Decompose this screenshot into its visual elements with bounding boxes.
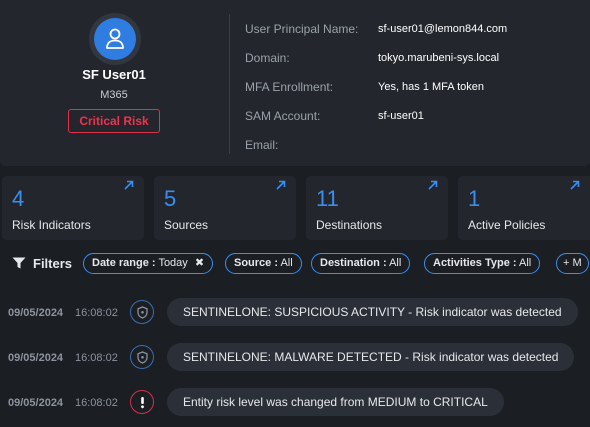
external-link-arrow-icon[interactable]: [570, 180, 580, 190]
chip-key: Date range :: [92, 257, 156, 269]
shield-icon: [137, 351, 148, 364]
user-icon: [106, 28, 124, 49]
activities-type-filter-chip[interactable]: Activities Type : All: [424, 253, 541, 274]
log-message[interactable]: SENTINELONE: MALWARE DETECTED - Risk ind…: [167, 343, 575, 371]
sam-label: SAM Account:: [245, 109, 321, 123]
chip-value: All: [519, 257, 532, 269]
email-label: Email:: [245, 138, 279, 152]
user-name: SF User01: [82, 67, 146, 82]
log-message[interactable]: SENTINELONE: SUSPICIOUS ACTIVITY - Risk …: [167, 298, 578, 326]
shield-icon: [137, 306, 148, 319]
external-link-arrow-icon[interactable]: [276, 180, 286, 190]
stat-value: 1: [468, 186, 481, 211]
filter-icon: [12, 257, 26, 269]
log-message[interactable]: Entity risk level was changed from MEDIU…: [167, 388, 504, 416]
log-row-icon: [130, 390, 154, 414]
user-profile-panel: SF User01 M365 Critical Risk User Princi…: [0, 0, 590, 166]
stat-label: Active Policies: [468, 218, 546, 232]
filters-label: Filters: [33, 256, 73, 271]
close-icon[interactable]: ✖: [195, 257, 204, 269]
mfa-label: MFA Enrollment:: [245, 80, 334, 94]
log-date: 09/05/2024: [8, 352, 64, 364]
stat-value: 11: [316, 186, 339, 211]
log-time: 16:08:02: [75, 397, 118, 409]
stat-label: Destinations: [316, 218, 383, 232]
stat-card-destinations[interactable]: 11 Destinations: [306, 176, 448, 240]
stat-label: Risk Indicators: [12, 218, 91, 232]
stat-label: Sources: [164, 218, 209, 232]
avatar-ring: [89, 13, 141, 65]
chip-value: All: [389, 257, 402, 269]
stat-card-sources[interactable]: 5 Sources: [154, 176, 296, 240]
sam-value: sf-user01: [378, 110, 424, 122]
stat-value: 4: [12, 186, 25, 211]
log-row-icon: [130, 345, 154, 369]
external-link-arrow-icon[interactable]: [428, 180, 438, 190]
chip-value: All: [280, 257, 293, 269]
stat-card-active-policies[interactable]: 1 Active Policies: [458, 176, 590, 240]
chip-key: Source :: [234, 257, 279, 269]
log-date: 09/05/2024: [8, 397, 64, 409]
log-date: 09/05/2024: [8, 307, 64, 319]
chip-key: Destination :: [320, 257, 387, 269]
chip-value: Today: [158, 257, 188, 269]
domain-value: tokyo.marubeni-sys.local: [378, 52, 500, 64]
exclamation-icon: [141, 397, 144, 409]
destination-filter-chip[interactable]: Destination : All: [311, 253, 411, 274]
mfa-value: Yes, has 1 MFA token: [378, 81, 484, 93]
upn-label: User Principal Name:: [245, 22, 359, 36]
user-identity: SF User01 M365 Critical Risk: [0, 0, 228, 166]
profile-divider: [229, 14, 230, 154]
log-time: 16:08:02: [75, 352, 118, 364]
upn-value: sf-user01@lemon844.com: [378, 23, 508, 35]
user-type: M365: [100, 89, 128, 101]
date-range-filter-chip[interactable]: Date range : Today ✖: [83, 253, 214, 274]
add-filter-button[interactable]: + M: [556, 253, 589, 274]
source-filter-chip[interactable]: Source : All: [225, 253, 302, 274]
risk-badge: Critical Risk: [68, 109, 160, 133]
stat-card-risk-indicators[interactable]: 4 Risk Indicators: [2, 176, 144, 240]
domain-label: Domain:: [245, 51, 290, 65]
stat-value: 5: [164, 186, 177, 211]
log-time: 16:08:02: [75, 307, 118, 319]
log-row-icon: [130, 300, 154, 324]
external-link-arrow-icon[interactable]: [124, 180, 134, 190]
chip-key: Activities Type :: [433, 257, 517, 269]
avatar: [94, 18, 136, 60]
